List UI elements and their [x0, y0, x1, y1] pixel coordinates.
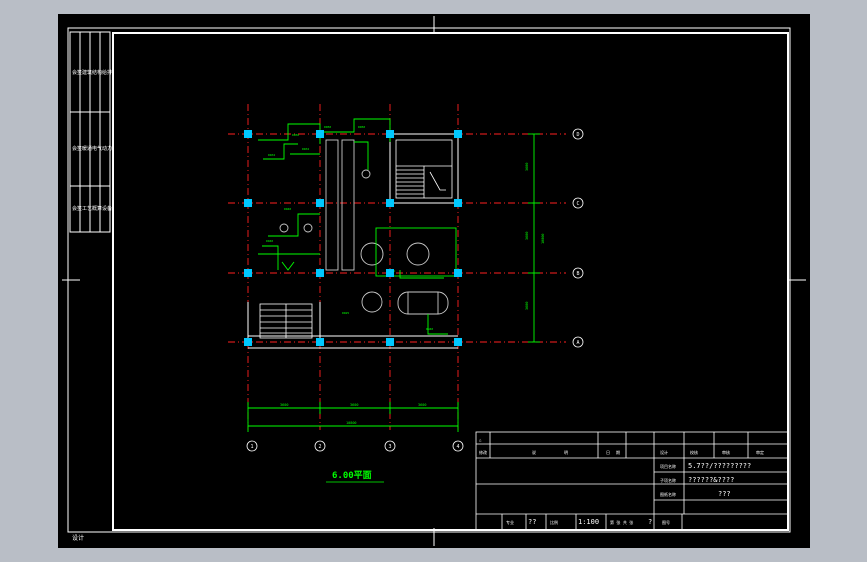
- axis-bubbles-vertical: [572, 128, 584, 348]
- revision-mark: △: [479, 437, 482, 442]
- dimension-bottom-3: 3600: [418, 403, 426, 407]
- svg-text:会签: 会签: [72, 145, 82, 152]
- dimension-right-1: 3600: [525, 163, 529, 171]
- svg-text:DN40: DN40: [426, 327, 433, 331]
- axis-label-4: 4: [456, 444, 459, 450]
- corner-label: 设计: [72, 534, 84, 542]
- drawing-label: 图纸名称: [660, 491, 676, 497]
- scale-value: 1:100: [578, 518, 599, 526]
- axis-label-A: A: [576, 340, 579, 346]
- axis-label-2: 2: [318, 444, 321, 450]
- svg-text:结构: 结构: [92, 69, 102, 76]
- svg-text:DN40: DN40: [284, 207, 291, 211]
- header-label-revise: 修改: [479, 449, 487, 455]
- valve: [279, 223, 289, 233]
- project-label: 项目名称: [660, 463, 676, 469]
- svg-text:电气: 电气: [92, 145, 102, 152]
- header-label-check: 校核: [690, 449, 698, 455]
- axis-label-D: D: [576, 132, 579, 138]
- stair-upper: [395, 139, 453, 199]
- header-label-date-1: 日: [606, 450, 610, 455]
- side-strip: [69, 31, 111, 233]
- dimension-bottom-1: 3600: [280, 403, 288, 407]
- title-block: [475, 431, 789, 531]
- svg-text:DN50: DN50: [324, 125, 331, 129]
- drawing-no-label: 图号: [662, 519, 670, 525]
- svg-text:概算: 概算: [92, 205, 102, 212]
- vessel: [361, 291, 383, 313]
- dimension-right-total: 10800: [541, 233, 545, 244]
- svg-text:会签: 会签: [72, 69, 82, 76]
- drawing-value: ???: [718, 490, 731, 498]
- svg-text:工艺: 工艺: [82, 206, 92, 212]
- axis-label-1: 1: [250, 444, 253, 450]
- vessel: [406, 242, 430, 266]
- axis-label-B: B: [576, 271, 579, 277]
- cad-viewport[interactable]: 会签 建筑 结构 给排 会签 暖通 电气 动力 会签 工艺 概算 设备 设计 D…: [58, 14, 810, 548]
- dimension-right-2: 3600: [525, 232, 529, 240]
- dimension-bottom-total: 10800: [346, 421, 357, 425]
- svg-text:给排: 给排: [102, 69, 112, 76]
- subproject-value: ??????&????: [688, 476, 734, 484]
- tank-horizontal: [397, 291, 449, 315]
- svg-text:DN25: DN25: [342, 311, 349, 315]
- header-label-desc-2: 明: [564, 450, 568, 455]
- axis-label-C: C: [576, 201, 579, 207]
- svg-text:会签: 会签: [72, 205, 82, 212]
- stair-lower: [259, 303, 313, 339]
- side-strip-text: 会签 建筑 结构 给排 会签 暖通 电气 动力 会签 工艺 概算 设备: [72, 69, 112, 212]
- svg-text:DN32: DN32: [302, 147, 309, 151]
- svg-text:建筑: 建筑: [82, 69, 92, 76]
- sheet-value: ?: [648, 518, 652, 526]
- header-label-date-2: 期: [616, 449, 620, 455]
- scale-label: 比例: [550, 519, 558, 525]
- axis-bubbles-horizontal: [246, 440, 464, 452]
- design-label: 专业: [506, 519, 514, 525]
- valve: [361, 169, 371, 179]
- cad-drawing: 会签 建筑 结构 给排 会签 暖通 电气 动力 会签 工艺 概算 设备 设计 D…: [62, 16, 806, 546]
- dimension-bottom-2: 3600: [350, 403, 358, 407]
- svg-text:动力: 动力: [102, 145, 112, 152]
- svg-text:DN40: DN40: [266, 239, 273, 243]
- design-value: ??: [528, 518, 536, 526]
- axis-lines: [228, 104, 566, 430]
- project-value: 5.7??/?????????: [688, 462, 751, 470]
- header-label-desc-1: 说: [532, 449, 536, 455]
- header-label-design: 设计: [660, 449, 668, 455]
- dimension-right-3: 3600: [525, 302, 529, 310]
- inner-frame: [112, 32, 789, 531]
- sheet-label: 第 张 共 张: [610, 519, 633, 525]
- svg-text:DN32: DN32: [268, 153, 275, 157]
- header-label-approve: 审定: [756, 449, 764, 455]
- outer-frame: [67, 27, 791, 533]
- svg-text:DN50: DN50: [358, 125, 365, 129]
- plan-title: 6.00平面: [332, 470, 372, 481]
- subproject-label: 子项名称: [660, 477, 676, 483]
- svg-text:暖通: 暖通: [82, 145, 92, 152]
- axis-label-3: 3: [388, 444, 391, 450]
- vessel: [360, 242, 384, 266]
- svg-text:DN50: DN50: [292, 133, 299, 137]
- valve: [303, 223, 313, 233]
- svg-text:设备: 设备: [102, 205, 112, 212]
- header-label-review: 审核: [722, 449, 730, 455]
